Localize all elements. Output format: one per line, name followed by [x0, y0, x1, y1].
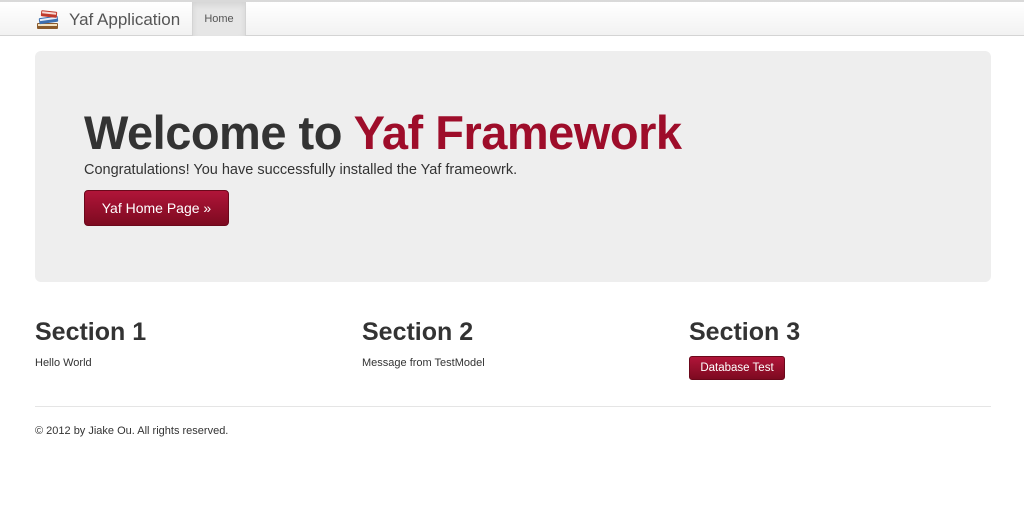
section-2-title: Section 2: [362, 318, 474, 346]
section-1: Section 1 Hello World: [35, 316, 335, 369]
hero-text: Congratulations! You have successfully i…: [84, 162, 518, 178]
footer-text: © 2012 by Jiake Ou. All rights reserved.: [35, 425, 229, 437]
section-1-title: Section 1: [35, 318, 147, 346]
section-2: Section 2 Message from TestModel: [362, 316, 662, 369]
database-test-button[interactable]: Database Test: [689, 356, 785, 380]
navbar: Yaf Application Home: [0, 0, 1024, 36]
books-icon: [37, 10, 59, 29]
footer-divider: [35, 406, 991, 407]
section-3: Section 3 Database Test: [689, 316, 989, 380]
hero-title: Welcome to Yaf Framework: [84, 106, 682, 160]
hero-title-accent: Yaf Framework: [353, 106, 682, 159]
section-3-title: Section 3: [689, 318, 801, 346]
nav-item-home[interactable]: Home: [192, 2, 246, 36]
section-1-text: Hello World: [35, 357, 92, 369]
yaf-home-page-button[interactable]: Yaf Home Page »: [84, 190, 229, 226]
hero-title-prefix: Welcome to: [84, 106, 354, 159]
brand-name: Yaf Application: [69, 10, 181, 29]
section-2-text: Message from TestModel: [362, 357, 485, 369]
hero-unit: Welcome to Yaf Framework Congratulations…: [35, 51, 991, 282]
brand-link[interactable]: Yaf Application: [35, 5, 180, 35]
